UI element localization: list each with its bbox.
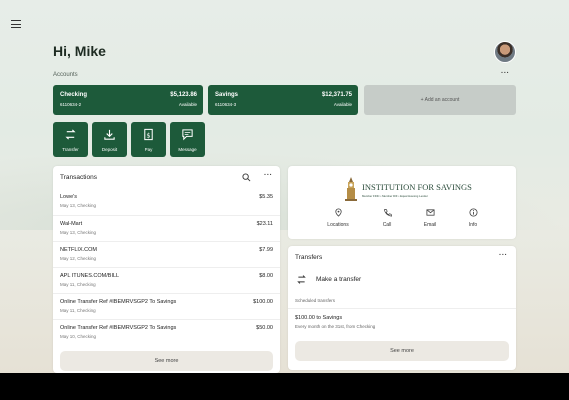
transaction-row[interactable]: Online Transfer Ref #IBEMRVSGP2 To Savin… <box>53 319 280 345</box>
pay-button[interactable]: $ Pay <box>131 122 166 157</box>
transactions-card: Transactions ··· Lowe's May 13, Checking… <box>53 166 280 373</box>
transaction-description: Online Transfer Ref #IBEMRVSGP2 To Savin… <box>60 299 177 305</box>
deposit-icon <box>104 129 115 140</box>
transaction-description: Online Transfer Ref #IBEMRVSGP2 To Savin… <box>60 325 177 331</box>
institution-card: INSTITUTION FOR SAVINGS Member FDIC • Me… <box>288 166 516 239</box>
transfer-icon <box>65 129 76 140</box>
transaction-amount: $5.35 <box>259 194 273 200</box>
transaction-amount: $23.11 <box>256 221 273 227</box>
transactions-title: Transactions <box>60 174 97 181</box>
location-pin-icon <box>334 208 342 217</box>
transaction-amount: $8.00 <box>259 273 273 279</box>
transaction-amount: $50.00 <box>256 325 273 331</box>
transaction-description: NETFLIX.COM <box>60 247 97 253</box>
hamburger-menu-icon[interactable] <box>11 20 21 28</box>
transaction-amount: $7.99 <box>259 247 273 253</box>
transaction-date: May 10, Checking <box>60 334 97 339</box>
transaction-date: May 11, Checking <box>60 308 96 313</box>
transactions-more-icon[interactable]: ··· <box>264 172 273 179</box>
locations-label: Locations <box>327 222 349 228</box>
account-balance: $12,371.75 <box>321 92 352 98</box>
scheduled-transfer-amount: $100.00 to Savings <box>295 315 343 321</box>
app-screen: Hi, Mike Accounts ··· Checking 6110634-2… <box>0 0 569 373</box>
scheduled-transfer-item[interactable]: $100.00 to Savings Every month on the 31… <box>288 310 516 334</box>
account-balance: $5,123.86 <box>170 92 197 98</box>
transaction-description: Lowe's <box>60 194 77 200</box>
add-account-button[interactable]: + Add an account <box>364 85 516 115</box>
pay-label: Pay <box>144 147 153 152</box>
transactions-see-more-button[interactable]: See more <box>60 351 273 371</box>
message-label: Message <box>178 147 197 152</box>
clocktower-icon <box>345 177 357 201</box>
scheduled-transfers-label: Scheduled transfers <box>295 298 336 303</box>
transaction-amount: $100.00 <box>253 299 273 305</box>
transfers-more-icon[interactable]: ··· <box>499 252 508 259</box>
transaction-date: May 13, Checking <box>60 230 97 235</box>
transfers-see-more-button[interactable]: See more <box>295 341 509 361</box>
make-transfer-button[interactable]: Make a transfer <box>295 273 509 287</box>
transaction-description: APL ITUNES.COM/BILL <box>60 273 120 279</box>
make-transfer-label: Make a transfer <box>316 276 362 283</box>
transfer-icon <box>297 275 306 284</box>
transaction-row[interactable]: Online Transfer Ref #IBEMRVSGP2 To Savin… <box>53 293 280 319</box>
transfers-title: Transfers <box>295 254 323 261</box>
search-icon[interactable] <box>242 173 251 182</box>
phone-icon <box>383 208 392 217</box>
transaction-description: Wal-Mart <box>60 221 83 227</box>
account-name: Checking <box>60 92 88 98</box>
message-button[interactable]: Message <box>170 122 205 157</box>
transaction-date: May 13, Checking <box>60 203 97 208</box>
transaction-row[interactable]: APL ITUNES.COM/BILL May 11, Checking $8.… <box>53 267 280 293</box>
deposit-label: Deposit <box>101 147 118 152</box>
institution-logo: INSTITUTION FOR SAVINGS Member FDIC • Me… <box>344 174 472 204</box>
account-number: 6110634-2 <box>60 102 82 107</box>
accounts-label: Accounts <box>53 72 78 78</box>
transfers-card: Transfers ··· Make a transfer Scheduled … <box>288 246 516 370</box>
deposit-button[interactable]: Deposit <box>92 122 127 157</box>
call-label: Call <box>382 222 392 228</box>
available-label: Available <box>333 102 352 107</box>
transaction-date: May 11, Checking <box>60 282 96 287</box>
account-name: Savings <box>215 92 239 98</box>
pay-icon: $ <box>144 128 153 141</box>
available-label: Available <box>178 102 197 107</box>
message-icon <box>182 129 193 141</box>
avatar[interactable] <box>494 41 516 63</box>
divider <box>288 308 516 309</box>
transaction-row[interactable]: Wal-Mart May 13, Checking $23.11 <box>53 215 280 241</box>
transaction-date: May 12, Checking <box>60 256 97 261</box>
email-button[interactable]: Email <box>410 208 450 228</box>
email-label: Email <box>423 222 437 228</box>
greeting: Hi, Mike <box>53 43 106 59</box>
transaction-row[interactable]: Lowe's May 13, Checking $5.35 <box>53 189 280 215</box>
account-card-checking[interactable]: Checking 6110634-2 $5,123.86 Available <box>53 85 203 115</box>
transaction-row[interactable]: NETFLIX.COM May 12, Checking $7.99 <box>53 241 280 267</box>
info-label: Info <box>468 222 478 228</box>
accounts-more-icon[interactable]: ··· <box>501 70 510 77</box>
info-icon <box>468 208 478 217</box>
info-button[interactable]: Info <box>453 208 493 228</box>
transfer-label: Transfer <box>62 147 79 152</box>
account-number: 6110634-3 <box>215 102 237 107</box>
scheduled-transfer-detail: Every month on the 31st, from Checking <box>295 324 376 329</box>
svg-text:$: $ <box>146 131 150 139</box>
email-icon <box>425 209 435 216</box>
account-card-savings[interactable]: Savings 6110634-3 $12,371.75 Available <box>208 85 358 115</box>
transfer-button[interactable]: Transfer <box>53 122 88 157</box>
institution-tagline: Member FDIC • Member DIF • Equal Housing… <box>362 194 428 198</box>
locations-button[interactable]: Locations <box>318 208 358 228</box>
institution-name: INSTITUTION FOR SAVINGS <box>362 182 472 192</box>
call-button[interactable]: Call <box>367 208 407 228</box>
